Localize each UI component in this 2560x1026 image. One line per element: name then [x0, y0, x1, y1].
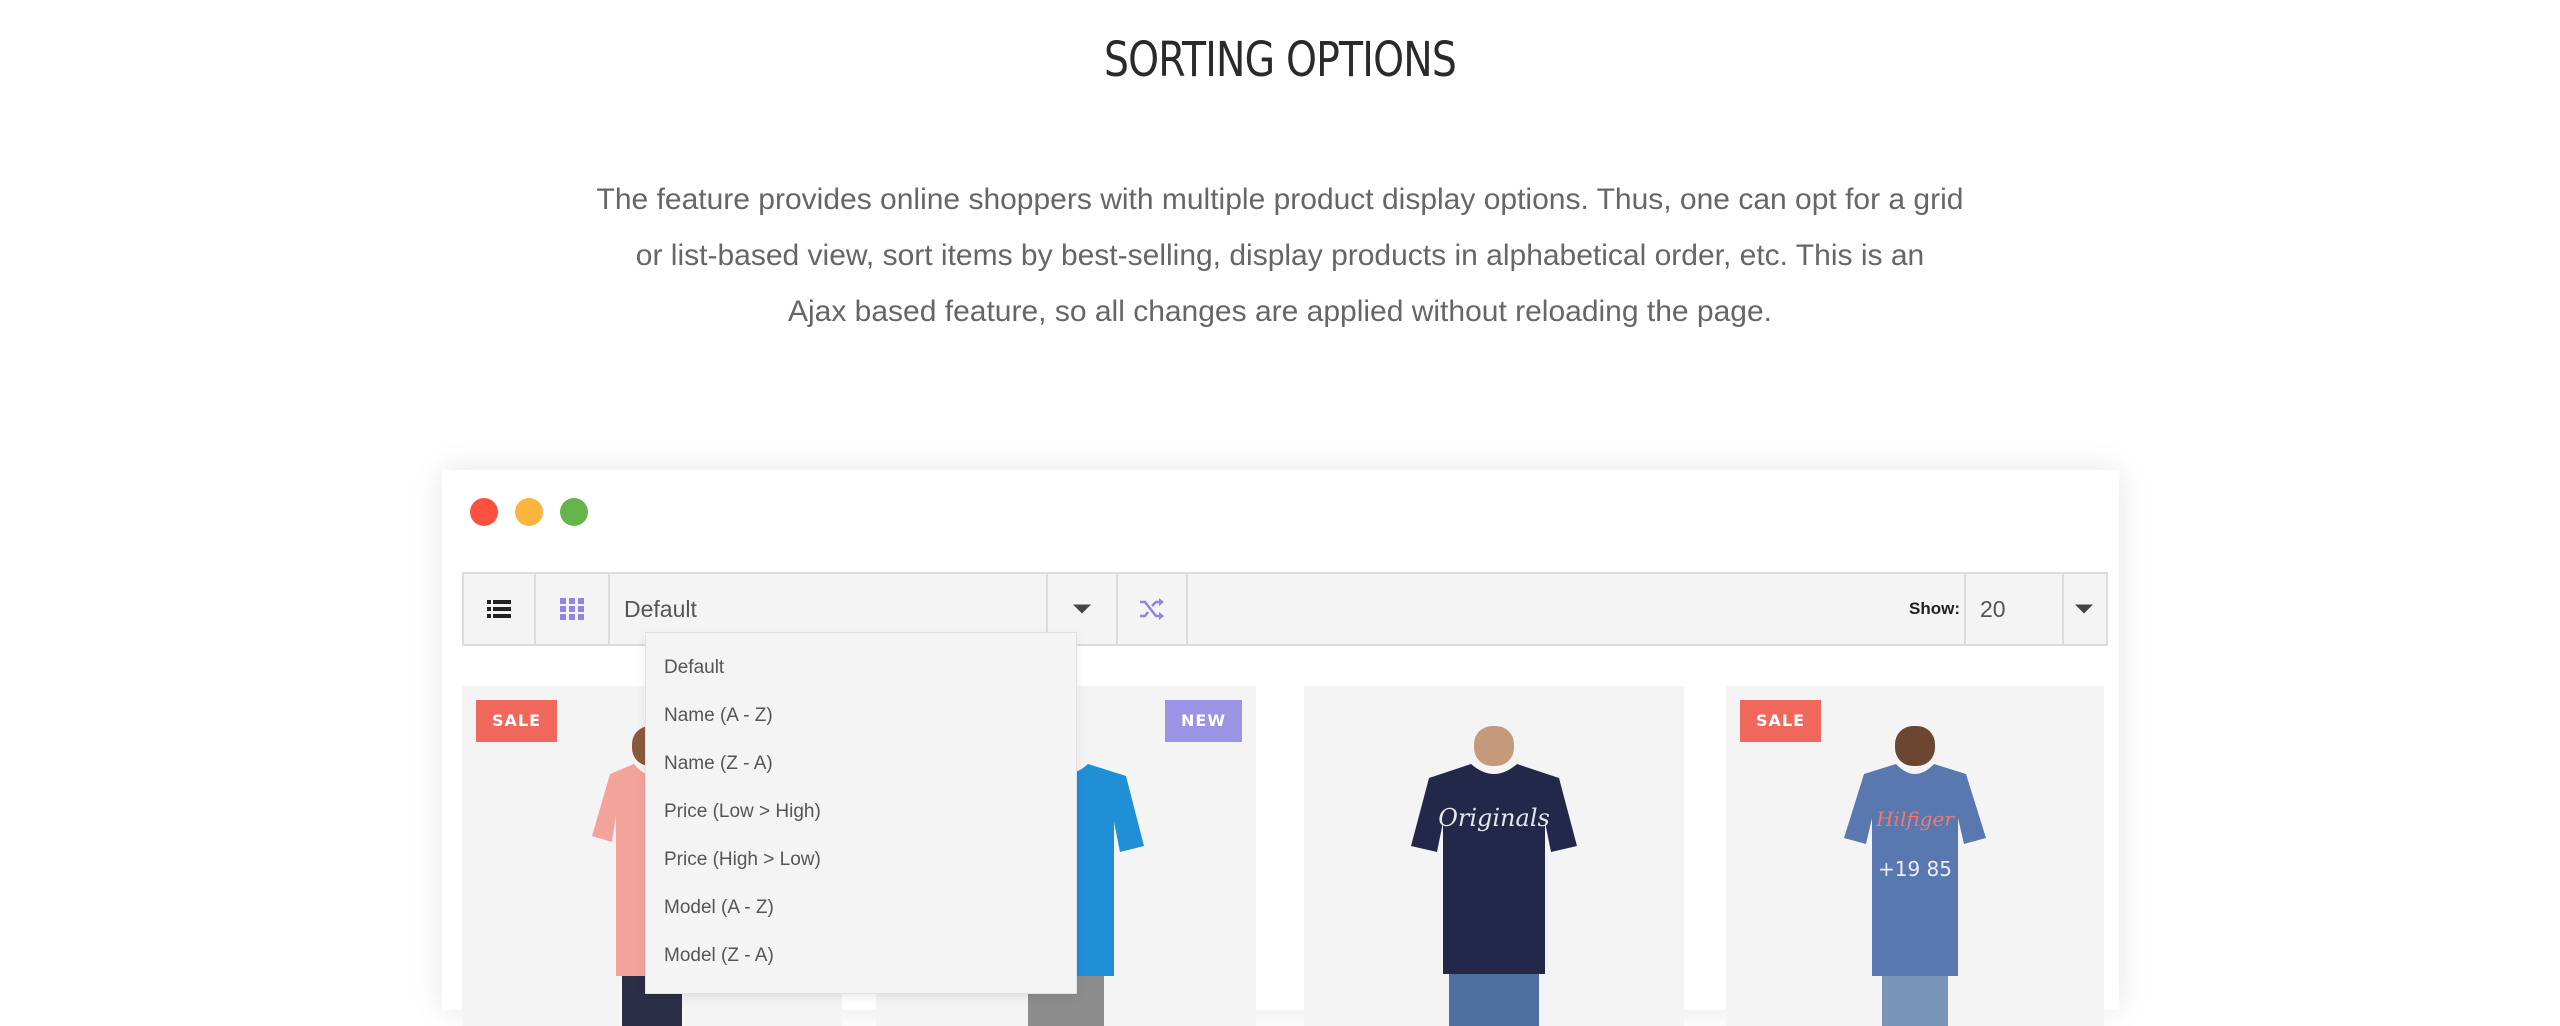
product-card[interactable]: Originals — [1304, 686, 1684, 1026]
sort-option[interactable]: Price (High > Low) — [664, 849, 821, 871]
chevron-down-icon — [1073, 604, 1091, 614]
description-line: The feature provides online shoppers wit… — [596, 183, 1964, 216]
show-count-select[interactable]: 20 — [1964, 574, 2064, 644]
svg-text:Hilfiger: Hilfiger — [1875, 807, 1955, 831]
product-image: Originals — [1411, 726, 1577, 1026]
sort-option[interactable]: Price (Low > High) — [664, 801, 821, 823]
product-card[interactable]: SALE Hilfiger +19 85 — [1726, 686, 2104, 1026]
random-sort-button[interactable] — [1118, 574, 1188, 644]
svg-text:Originals: Originals — [1438, 804, 1550, 832]
description-line: Ajax based feature, so all changes are a… — [787, 295, 1772, 328]
chevron-down-icon — [2075, 604, 2093, 614]
grid-view-button[interactable] — [536, 574, 610, 644]
sort-option[interactable]: Model (Z - A) — [664, 945, 774, 967]
minimize-window-dot[interactable] — [515, 498, 543, 526]
svg-text:+19 85: +19 85 — [1878, 857, 1952, 881]
show-count-toggle[interactable] — [2062, 574, 2106, 644]
product-image: Hilfiger +19 85 — [1844, 726, 1986, 1026]
close-window-dot[interactable] — [470, 498, 498, 526]
show-count-value: 20 — [1980, 596, 2006, 622]
grid-icon — [560, 598, 584, 620]
sort-dropdown-menu: Default Name (A - Z) Name (Z - A) Price … — [645, 632, 1077, 994]
description-line: or list-based view, sort items by best-s… — [635, 239, 1925, 272]
sale-badge: SALE — [476, 700, 558, 742]
sort-option[interactable]: Name (A - Z) — [664, 705, 773, 727]
sort-option[interactable]: Model (A - Z) — [664, 897, 774, 919]
section-description: The feature provides online shoppers wit… — [560, 172, 2000, 340]
sort-option[interactable]: Name (Z - A) — [664, 753, 773, 775]
list-view-button[interactable] — [464, 574, 536, 644]
sale-badge: SALE — [1740, 700, 1822, 742]
sort-option[interactable]: Default — [664, 657, 724, 679]
new-badge: NEW — [1165, 700, 1242, 742]
show-label: Show: — [1909, 599, 1960, 618]
shuffle-icon — [1140, 598, 1164, 620]
list-icon — [487, 600, 511, 618]
maximize-window-dot[interactable] — [560, 498, 588, 526]
page-title: SORTING OPTIONS — [1103, 32, 1457, 88]
